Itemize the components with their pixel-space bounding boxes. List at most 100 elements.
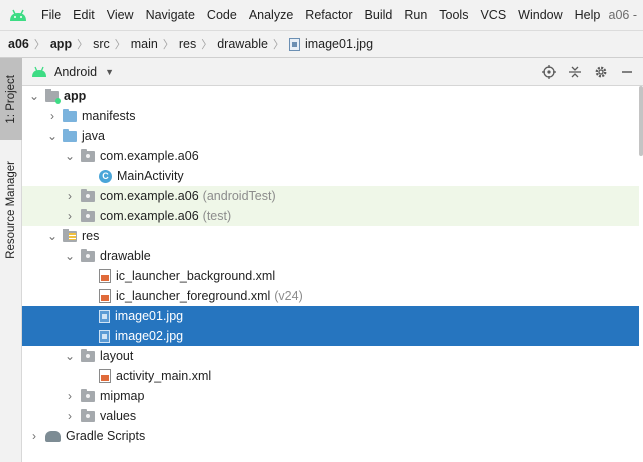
menu-edit[interactable]: Edit xyxy=(67,0,101,30)
hide-panel-icon[interactable] xyxy=(619,64,635,80)
tree-node-label: layout xyxy=(100,349,134,363)
breadcrumb-item-drawable[interactable]: drawable xyxy=(217,37,268,51)
chevron-down-icon[interactable]: ▼ xyxy=(105,67,114,77)
breadcrumb: a06 〉 app 〉 src 〉 main 〉 res 〉 drawable … xyxy=(0,30,643,58)
chevron-down-icon[interactable]: ⌄ xyxy=(64,149,76,163)
tree-node-res[interactable]: ⌄ res xyxy=(22,226,639,246)
chevron-down-icon[interactable]: ⌄ xyxy=(46,229,58,243)
tree-node-layout[interactable]: ⌄ layout xyxy=(22,346,639,366)
tree-node-label: com.example.a06 xyxy=(100,189,199,203)
menu-build[interactable]: Build xyxy=(359,0,399,30)
menu-tools[interactable]: Tools xyxy=(433,0,474,30)
chevron-down-icon[interactable]: ⌄ xyxy=(28,89,40,103)
xml-file-icon xyxy=(99,369,111,383)
locate-file-icon[interactable] xyxy=(541,64,557,80)
android-studio-logo-icon xyxy=(10,9,26,21)
tree-node-label: manifests xyxy=(82,109,136,123)
breadcrumb-item-project[interactable]: a06 xyxy=(8,37,29,51)
chevron-right-icon[interactable]: › xyxy=(28,429,40,443)
project-tool-tab-label: 1: Project xyxy=(5,74,17,124)
tree-node-qualifier: (test) xyxy=(202,209,232,223)
tree-node-label: res xyxy=(82,229,100,243)
tree-node-ic-launcher-background[interactable]: ic_launcher_background.xml xyxy=(22,266,639,286)
menu-refactor[interactable]: Refactor xyxy=(299,0,358,30)
package-icon xyxy=(81,188,95,202)
chevron-right-icon[interactable]: › xyxy=(64,409,76,423)
xml-file-icon xyxy=(99,289,111,303)
tree-node-package-androidtest[interactable]: › com.example.a06 (androidTest) xyxy=(22,186,639,206)
xml-file-icon xyxy=(99,269,111,283)
chevron-right-icon[interactable]: › xyxy=(64,209,76,223)
tree-node-label: Gradle Scripts xyxy=(66,429,146,443)
menu-window[interactable]: Window xyxy=(512,0,568,30)
tree-node-app[interactable]: ⌄ app xyxy=(22,86,639,106)
tree-node-image02[interactable]: image02.jpg xyxy=(22,326,639,346)
tree-node-values[interactable]: › values xyxy=(22,406,639,426)
menu-vcs[interactable]: VCS xyxy=(474,0,512,30)
folder-icon xyxy=(63,108,77,122)
breadcrumb-separator-icon: 〉 xyxy=(33,39,45,51)
tree-node-mipmap[interactable]: › mipmap xyxy=(22,386,639,406)
resource-manager-tab-label: Resource Manager xyxy=(5,161,17,259)
tree-node-gradle-scripts[interactable]: › Gradle Scripts xyxy=(22,426,639,446)
breadcrumb-separator-icon: 〉 xyxy=(77,39,89,51)
project-view-selector[interactable]: Android xyxy=(54,65,97,79)
tree-node-label: activity_main.xml xyxy=(116,369,212,383)
project-panel-header: Android ▼ xyxy=(22,58,643,86)
tool-window-strip: 1: Project Resource Manager xyxy=(0,58,22,462)
chevron-down-icon[interactable]: ⌄ xyxy=(64,249,76,263)
breadcrumb-item-res[interactable]: res xyxy=(179,37,196,51)
chevron-down-icon[interactable]: ⌄ xyxy=(46,129,58,143)
window-title: a06 - xyxy=(608,8,638,22)
tree-node-qualifier: (androidTest) xyxy=(202,189,276,203)
tree-node-label: image02.jpg xyxy=(115,329,184,343)
menu-run[interactable]: Run xyxy=(398,0,433,30)
tree-node-label: app xyxy=(64,89,87,103)
collapse-all-icon[interactable] xyxy=(567,64,583,80)
package-icon xyxy=(81,148,95,162)
image-file-icon xyxy=(99,309,110,323)
folder-icon xyxy=(81,408,95,422)
tree-node-label: ic_launcher_foreground.xml xyxy=(116,289,271,303)
breadcrumb-separator-icon: 〉 xyxy=(114,39,126,51)
menu-code[interactable]: Code xyxy=(201,0,243,30)
gear-icon[interactable] xyxy=(593,64,609,80)
menu-view[interactable]: View xyxy=(101,0,140,30)
tree-node-package[interactable]: ⌄ com.example.a06 xyxy=(22,146,639,166)
breadcrumb-item-file[interactable]: image01.jpg xyxy=(305,37,373,51)
panel-toolbar xyxy=(541,64,643,80)
menu-help[interactable]: Help xyxy=(569,0,607,30)
chevron-right-icon[interactable]: › xyxy=(64,189,76,203)
gradle-icon xyxy=(45,430,61,442)
menu-analyze[interactable]: Analyze xyxy=(243,0,299,30)
breadcrumb-item-app[interactable]: app xyxy=(50,37,72,51)
project-tree: ⌄ app › manifests ⌄ java ⌄ com.example.a… xyxy=(22,86,643,462)
tree-node-java[interactable]: ⌄ java xyxy=(22,126,639,146)
tree-node-image01[interactable]: image01.jpg xyxy=(22,306,639,326)
tree-node-qualifier: (v24) xyxy=(274,289,303,303)
vertical-scrollbar[interactable] xyxy=(639,86,643,156)
package-icon xyxy=(81,208,95,222)
resource-manager-tab[interactable]: Resource Manager xyxy=(0,150,22,270)
tree-node-activity-main[interactable]: activity_main.xml xyxy=(22,366,639,386)
tree-node-package-test[interactable]: › com.example.a06 (test) xyxy=(22,206,639,226)
tree-node-ic-launcher-foreground[interactable]: ic_launcher_foreground.xml (v24) xyxy=(22,286,639,306)
image-file-icon xyxy=(288,37,300,51)
chevron-right-icon[interactable]: › xyxy=(64,389,76,403)
tree-node-label: mipmap xyxy=(100,389,145,403)
menu-file[interactable]: File xyxy=(35,0,67,30)
folder-icon xyxy=(81,348,95,362)
chevron-down-icon[interactable]: ⌄ xyxy=(64,349,76,363)
class-icon: C xyxy=(99,169,112,183)
chevron-right-icon[interactable]: › xyxy=(46,109,58,123)
breadcrumb-separator-icon: 〉 xyxy=(201,39,213,51)
tree-node-drawable[interactable]: ⌄ drawable xyxy=(22,246,639,266)
tree-node-mainactivity[interactable]: C MainActivity xyxy=(22,166,639,186)
tree-node-manifests[interactable]: › manifests xyxy=(22,106,639,126)
breadcrumb-item-main[interactable]: main xyxy=(131,37,158,51)
breadcrumb-item-src[interactable]: src xyxy=(93,37,110,51)
module-folder-icon xyxy=(45,88,61,104)
project-tool-tab[interactable]: 1: Project xyxy=(0,58,22,140)
folder-icon xyxy=(81,388,95,402)
menu-navigate[interactable]: Navigate xyxy=(140,0,201,30)
